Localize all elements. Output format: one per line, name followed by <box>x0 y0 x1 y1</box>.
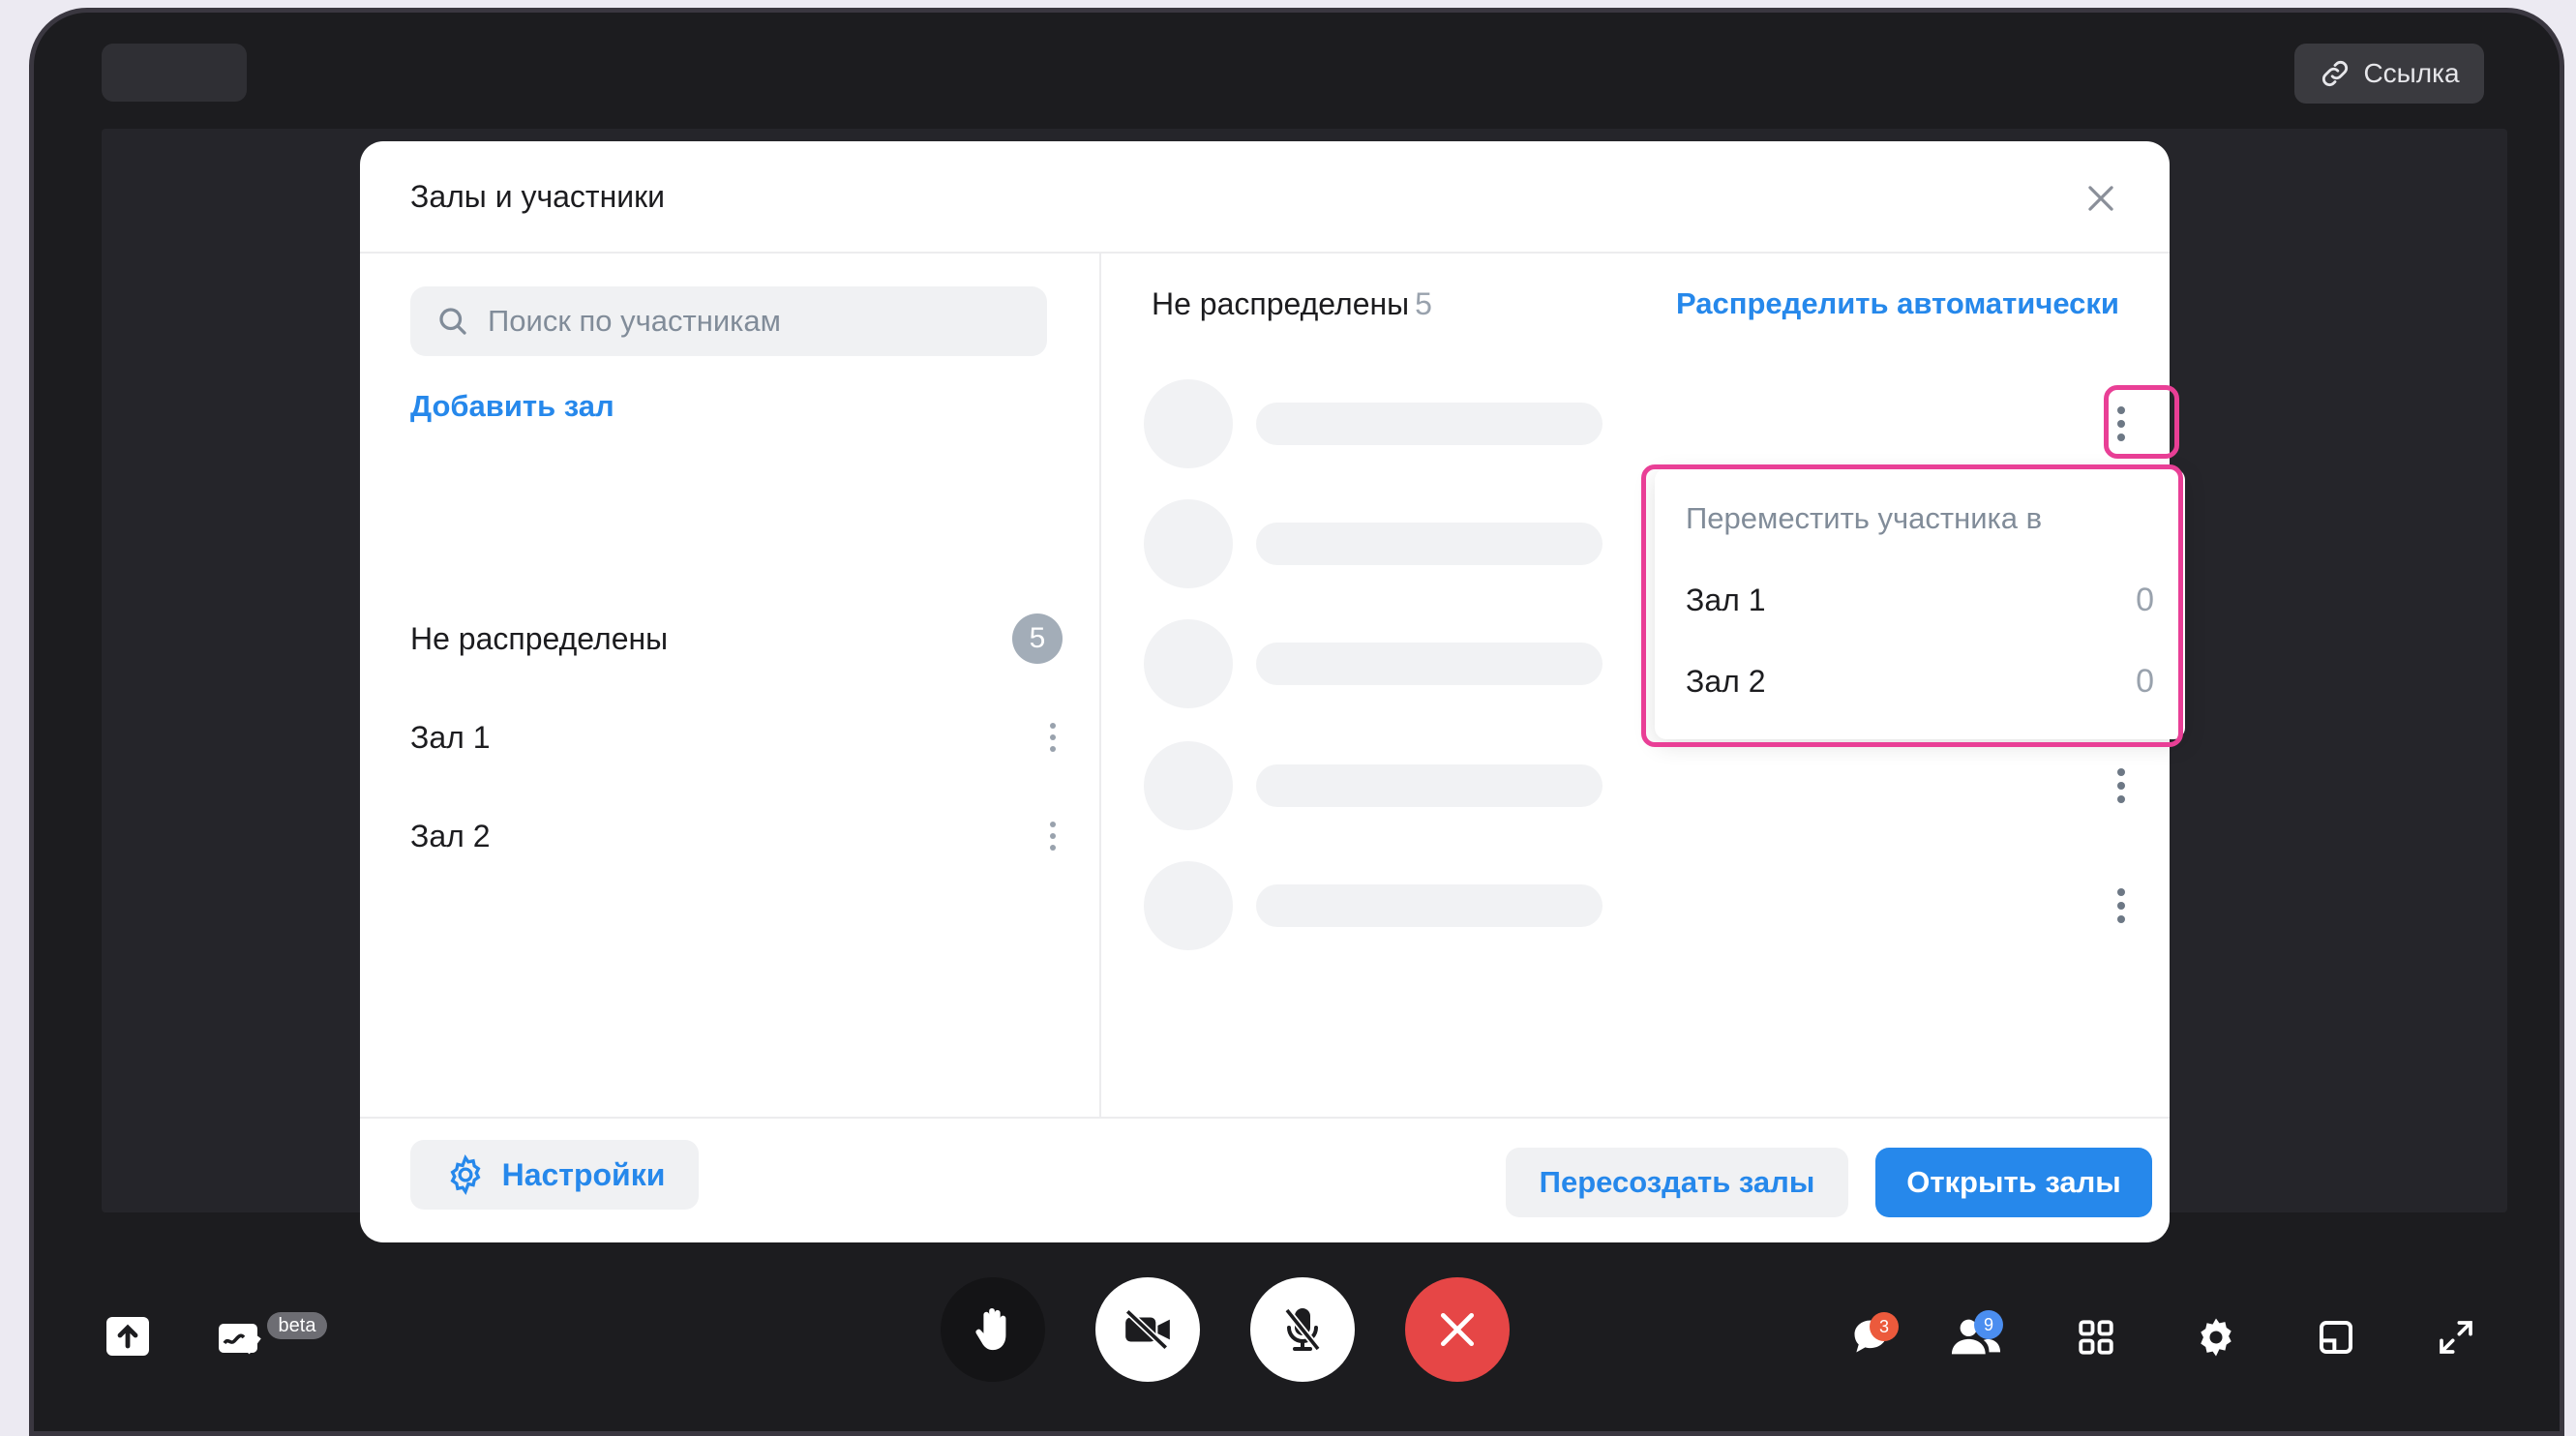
name-placeholder <box>1256 403 1603 445</box>
end-call-button[interactable] <box>1405 1277 1510 1382</box>
room-row-hall-1[interactable]: Зал 1 <box>410 708 1063 766</box>
search-box[interactable] <box>410 286 1047 356</box>
participant-row <box>1144 861 2131 950</box>
raise-hand-button[interactable] <box>941 1277 1045 1382</box>
auto-distribute-link[interactable]: Распределить автоматически <box>1676 286 2119 321</box>
close-icon[interactable] <box>2082 180 2119 217</box>
mic-off-icon <box>1284 1307 1321 1352</box>
count-badge: 5 <box>1012 613 1063 664</box>
more-vertical-icon[interactable] <box>2112 766 2131 805</box>
gear-icon <box>450 1154 481 1195</box>
whiteboard-icon[interactable] <box>215 1316 265 1361</box>
room-row-unassigned[interactable]: Не распределены 5 <box>410 610 1063 668</box>
avatar <box>1144 861 1233 950</box>
link-button-label: Ссылка <box>2363 58 2460 88</box>
fullscreen-icon[interactable] <box>2435 1316 2477 1359</box>
add-hall-link[interactable]: Добавить зал <box>410 389 614 424</box>
participants-heading: Не распределены 5 <box>1152 286 1432 322</box>
participants-count: 5 <box>1415 286 1432 321</box>
avatar <box>1144 499 1233 588</box>
beta-badge: beta <box>267 1312 327 1339</box>
room-row-hall-2[interactable]: Зал 2 <box>410 807 1063 865</box>
link-icon <box>2322 60 2349 87</box>
participants-badge: 9 <box>1974 1310 2003 1339</box>
more-vertical-icon[interactable] <box>2112 886 2131 925</box>
avatar <box>1144 379 1233 468</box>
participant-row <box>1144 379 2131 468</box>
highlight-menu-button <box>2104 385 2179 459</box>
room-label: Зал 1 <box>410 719 491 755</box>
settings-label: Настройки <box>501 1156 666 1192</box>
dialog-footer: Настройки Пересоздать залы Открыть залы <box>360 1117 2170 1242</box>
dialog-header: Залы и участники <box>360 141 2170 254</box>
room-label: Зал 2 <box>410 818 491 853</box>
camera-off-icon <box>1124 1308 1170 1351</box>
participant-row <box>1144 741 2131 830</box>
name-placeholder <box>1256 764 1603 807</box>
name-placeholder <box>1256 884 1603 927</box>
more-vertical-icon[interactable] <box>1043 817 1063 855</box>
highlight-move-menu <box>1641 464 2183 747</box>
settings-button[interactable]: Настройки <box>410 1140 699 1210</box>
avatar <box>1144 741 1233 830</box>
close-icon <box>1440 1312 1475 1347</box>
dialog-title: Залы и участники <box>410 178 665 214</box>
layout-icon[interactable] <box>2315 1316 2357 1359</box>
title-placeholder <box>102 44 247 102</box>
avatar <box>1144 619 1233 708</box>
mic-toggle-button[interactable] <box>1250 1277 1355 1382</box>
name-placeholder <box>1256 523 1603 565</box>
share-screen-icon[interactable] <box>101 1312 155 1361</box>
participants-heading-label: Не распределены <box>1152 286 1410 321</box>
search-icon <box>439 308 466 335</box>
camera-toggle-button[interactable] <box>1095 1277 1200 1382</box>
gear-icon[interactable] <box>2193 1314 2239 1361</box>
recreate-halls-button[interactable]: Пересоздать залы <box>1506 1148 1848 1217</box>
search-input[interactable] <box>488 304 1030 339</box>
hand-icon <box>975 1307 1006 1351</box>
room-label: Не распределены <box>410 620 669 656</box>
link-button[interactable]: Ссылка <box>2294 44 2484 104</box>
more-vertical-icon[interactable] <box>1043 718 1063 757</box>
chat-badge: 3 <box>1870 1312 1899 1341</box>
grid-view-icon[interactable] <box>2075 1316 2117 1359</box>
name-placeholder <box>1256 643 1603 685</box>
rooms-list-pane: Добавить зал Не распределены 5 Зал 1 Зал… <box>360 254 1101 1117</box>
open-halls-button[interactable]: Открыть залы <box>1875 1148 2152 1217</box>
